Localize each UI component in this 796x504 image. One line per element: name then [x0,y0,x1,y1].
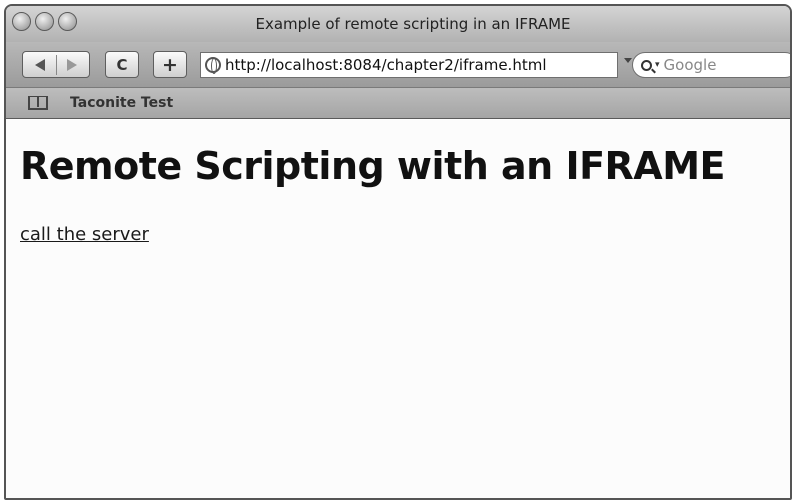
browser-toolbar: C + http://localhost:8084/chapter2/ifram… [6,42,790,88]
reload-button[interactable]: C [105,51,139,78]
page-heading: Remote Scripting with an IFRAME [20,144,725,188]
page-content: Remote Scripting with an IFRAME call the… [6,120,790,498]
call-server-link[interactable]: call the server [20,224,149,245]
address-url: http://localhost:8084/chapter2/iframe.ht… [225,56,547,74]
search-field[interactable]: ▾ Google [632,52,790,78]
add-bookmark-button[interactable]: + [153,51,187,78]
address-dropdown-icon[interactable] [624,58,632,63]
globe-icon [205,57,221,74]
bookmarks-book-icon[interactable] [28,96,48,110]
window-title: Example of remote scripting in an IFRAME [255,15,571,33]
address-bar[interactable]: http://localhost:8084/chapter2/iframe.ht… [200,52,618,78]
bookmarks-bar: Taconite Test [6,88,790,119]
back-forward-buttons [22,51,90,78]
button-divider [55,54,57,75]
bookmark-item-taconite-test[interactable]: Taconite Test [70,95,173,111]
search-placeholder: Google [663,56,717,74]
browser-window: Example of remote scripting in an IFRAME… [4,4,792,500]
forward-arrow-icon[interactable] [67,58,77,71]
chevron-down-icon[interactable]: ▾ [655,60,660,70]
back-arrow-icon[interactable] [35,58,45,71]
search-icon [641,59,652,71]
